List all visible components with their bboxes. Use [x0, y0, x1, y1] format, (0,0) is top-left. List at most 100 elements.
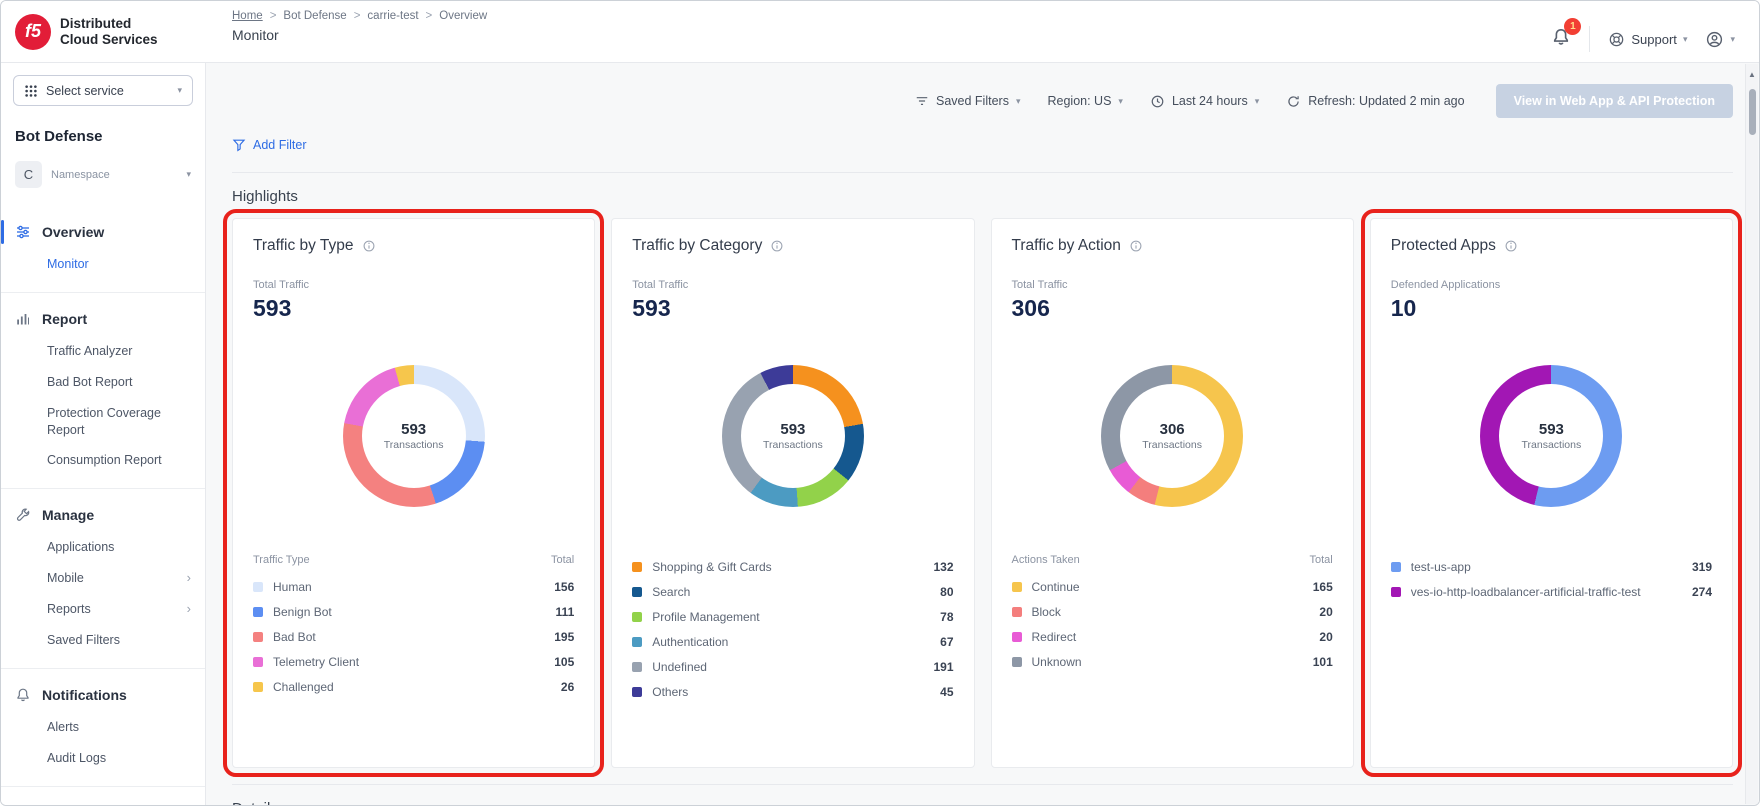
- stat-value: 10: [1391, 295, 1712, 322]
- scroll-up-icon[interactable]: ▲: [1746, 64, 1758, 79]
- sidebar-section-header-overview[interactable]: Overview: [1, 215, 205, 249]
- namespace-label: Namespace: [51, 169, 177, 181]
- breadcrumb-item-bot-defense[interactable]: Bot Defense: [283, 10, 346, 22]
- logo[interactable]: f5 Distributed Cloud Services: [1, 1, 206, 62]
- chevron-down-icon: ▾: [177, 85, 182, 96]
- sidebar-item-label: Consumption Report: [47, 452, 191, 469]
- legend-item-challenged[interactable]: Challenged26: [253, 674, 574, 699]
- scrollbar-thumb[interactable]: [1749, 89, 1756, 135]
- sidebar-item-applications[interactable]: Applications: [1, 532, 205, 563]
- chart-legend: Shopping & Gift Cards132Search80Profile …: [632, 554, 953, 704]
- sidebar-section-label: Overview: [42, 224, 104, 240]
- legend-item-telemetry-client[interactable]: Telemetry Client105: [253, 649, 574, 674]
- info-circle-icon[interactable]: [1504, 239, 1518, 253]
- donut-chart[interactable]: 593 Transactions: [722, 365, 864, 507]
- sidebar-item-label: Audit Logs: [47, 750, 191, 767]
- donut-chart[interactable]: 306 Transactions: [1101, 365, 1243, 507]
- sidebar-item-monitor[interactable]: Monitor: [1, 249, 205, 280]
- legend-item-benign-bot[interactable]: Benign Bot111: [253, 599, 574, 624]
- select-service-dropdown[interactable]: Select service ▾: [13, 75, 193, 106]
- details-heading: Details: [232, 785, 1733, 806]
- legend-item-profile-management[interactable]: Profile Management78: [632, 604, 953, 629]
- account-menu[interactable]: ▾: [1705, 30, 1735, 49]
- sidebar-section-header-manage[interactable]: Manage: [1, 498, 205, 532]
- breadcrumb-item-overview: Overview: [439, 10, 487, 22]
- legend-item-redirect[interactable]: Redirect20: [1012, 624, 1333, 649]
- info-circle-icon[interactable]: [1129, 239, 1143, 253]
- sidebar-item-mobile[interactable]: Mobile›: [1, 563, 205, 594]
- chevron-down-icon: ▾: [1730, 34, 1735, 45]
- highlights-cards: Traffic by Type Total Traffic 593 593: [232, 218, 1733, 768]
- stat-value: 306: [1012, 295, 1333, 322]
- stat-label: Total Traffic: [632, 279, 953, 291]
- legend-swatch: [632, 587, 642, 597]
- sidebar-item-audit-logs[interactable]: Audit Logs: [1, 743, 205, 774]
- sidebar-section-header-report[interactable]: Report: [1, 302, 205, 336]
- legend-item-label: test-us-app: [1411, 560, 1682, 574]
- legend-item-block[interactable]: Block20: [1012, 599, 1333, 624]
- sidebar-item-bad-bot-report[interactable]: Bad Bot Report: [1, 367, 205, 398]
- info-circle-icon[interactable]: [770, 239, 784, 253]
- sidebar-item-alerts[interactable]: Alerts: [1, 712, 205, 743]
- legend-header-label: Traffic Type: [253, 554, 310, 566]
- support-menu[interactable]: Support ▾: [1608, 31, 1687, 48]
- legend-item-label: Human: [273, 580, 544, 594]
- region-label: Region: US: [1047, 94, 1111, 108]
- time-range-dropdown[interactable]: Last 24 hours ▾: [1150, 94, 1259, 109]
- legend-item-search[interactable]: Search80: [632, 579, 953, 604]
- chart-legend: Traffic Type Total Human156Benign Bot111Ba…: [253, 554, 574, 699]
- legend-item-shopping-gift-cards[interactable]: Shopping & Gift Cards132: [632, 554, 953, 579]
- breadcrumb: Home>Bot Defense>carrie-test>Overview: [232, 10, 487, 22]
- legend-header: Actions TakenTotal: [1012, 554, 1333, 566]
- donut-center: 593 Transactions: [1499, 384, 1603, 488]
- vertical-scrollbar[interactable]: ▲: [1745, 64, 1758, 804]
- legend-swatch: [1012, 607, 1022, 617]
- notifications-button[interactable]: 1: [1551, 27, 1571, 52]
- sidebar-item-reports[interactable]: Reports›: [1, 594, 205, 625]
- divider: [1589, 26, 1590, 52]
- legend-swatch: [632, 562, 642, 572]
- sidebar-section-header-notifications[interactable]: Notifications: [1, 678, 205, 712]
- breadcrumb-item-carrie-test[interactable]: carrie-test: [367, 10, 418, 22]
- breadcrumb-item-home[interactable]: Home: [232, 10, 263, 22]
- legend-swatch: [632, 637, 642, 647]
- card-traffic-by-type: Traffic by Type Total Traffic 593 593: [232, 218, 595, 768]
- stat-value: 593: [632, 295, 953, 322]
- sidebar-item-protection-coverage-report[interactable]: Protection Coverage Report: [1, 398, 205, 446]
- legend-total-label: Total: [551, 554, 574, 566]
- sidebar-item-consumption-report[interactable]: Consumption Report: [1, 445, 205, 476]
- legend-item-label: ves-io-http-loadbalancer-artificial-traf…: [1411, 585, 1682, 599]
- legend-item-others[interactable]: Others45: [632, 679, 953, 704]
- legend-item-unknown[interactable]: Unknown101: [1012, 649, 1333, 674]
- legend-item-label: Others: [652, 685, 930, 699]
- region-dropdown[interactable]: Region: US ▾: [1047, 94, 1122, 108]
- sidebar-item-traffic-analyzer[interactable]: Traffic Analyzer: [1, 336, 205, 367]
- legend-item-authentication[interactable]: Authentication67: [632, 629, 953, 654]
- legend-item-human[interactable]: Human156: [253, 574, 574, 599]
- filter-toolbar: Saved Filters ▾ Region: US ▾ Last 24 hou…: [232, 63, 1733, 118]
- donut-chart[interactable]: 593 Transactions: [1480, 365, 1622, 507]
- legend-item-test-us-app[interactable]: test-us-app 319: [1391, 554, 1712, 579]
- namespace-selector[interactable]: C Namespace ▾: [1, 161, 205, 206]
- legend-item-continue[interactable]: Continue165: [1012, 574, 1333, 599]
- time-range-label: Last 24 hours: [1172, 94, 1248, 108]
- legend-item-value: 191: [933, 660, 953, 674]
- legend-header-label: Actions Taken: [1012, 554, 1080, 566]
- legend-item-ves-io-http-loadbalancer-artificial-traffic-test[interactable]: ves-io-http-loadbalancer-artificial-traf…: [1391, 579, 1712, 604]
- sidebar-item-label: Mobile: [47, 570, 181, 587]
- chevron-down-icon: ▾: [1118, 96, 1123, 107]
- sidebar-item-saved-filters[interactable]: Saved Filters: [1, 625, 205, 656]
- saved-filters-dropdown[interactable]: Saved Filters ▾: [915, 94, 1020, 108]
- info-circle-icon[interactable]: [362, 239, 376, 253]
- legend-item-bad-bot[interactable]: Bad Bot195: [253, 624, 574, 649]
- donut-chart[interactable]: 593 Transactions: [343, 365, 485, 507]
- add-filter-button[interactable]: Add Filter: [232, 138, 307, 152]
- breadcrumb-separator: >: [426, 10, 433, 22]
- view-in-waap-button[interactable]: View in Web App & API Protection: [1496, 84, 1733, 118]
- sidebar-section-header-workspace-info[interactable]: Workspace Info: [1, 796, 205, 806]
- grid-icon: [24, 84, 38, 98]
- legend-item-undefined[interactable]: Undefined191: [632, 654, 953, 679]
- legend-swatch: [1391, 562, 1401, 572]
- refresh-button[interactable]: Refresh: Updated 2 min ago: [1286, 94, 1464, 109]
- legend-item-value: 319: [1692, 560, 1712, 574]
